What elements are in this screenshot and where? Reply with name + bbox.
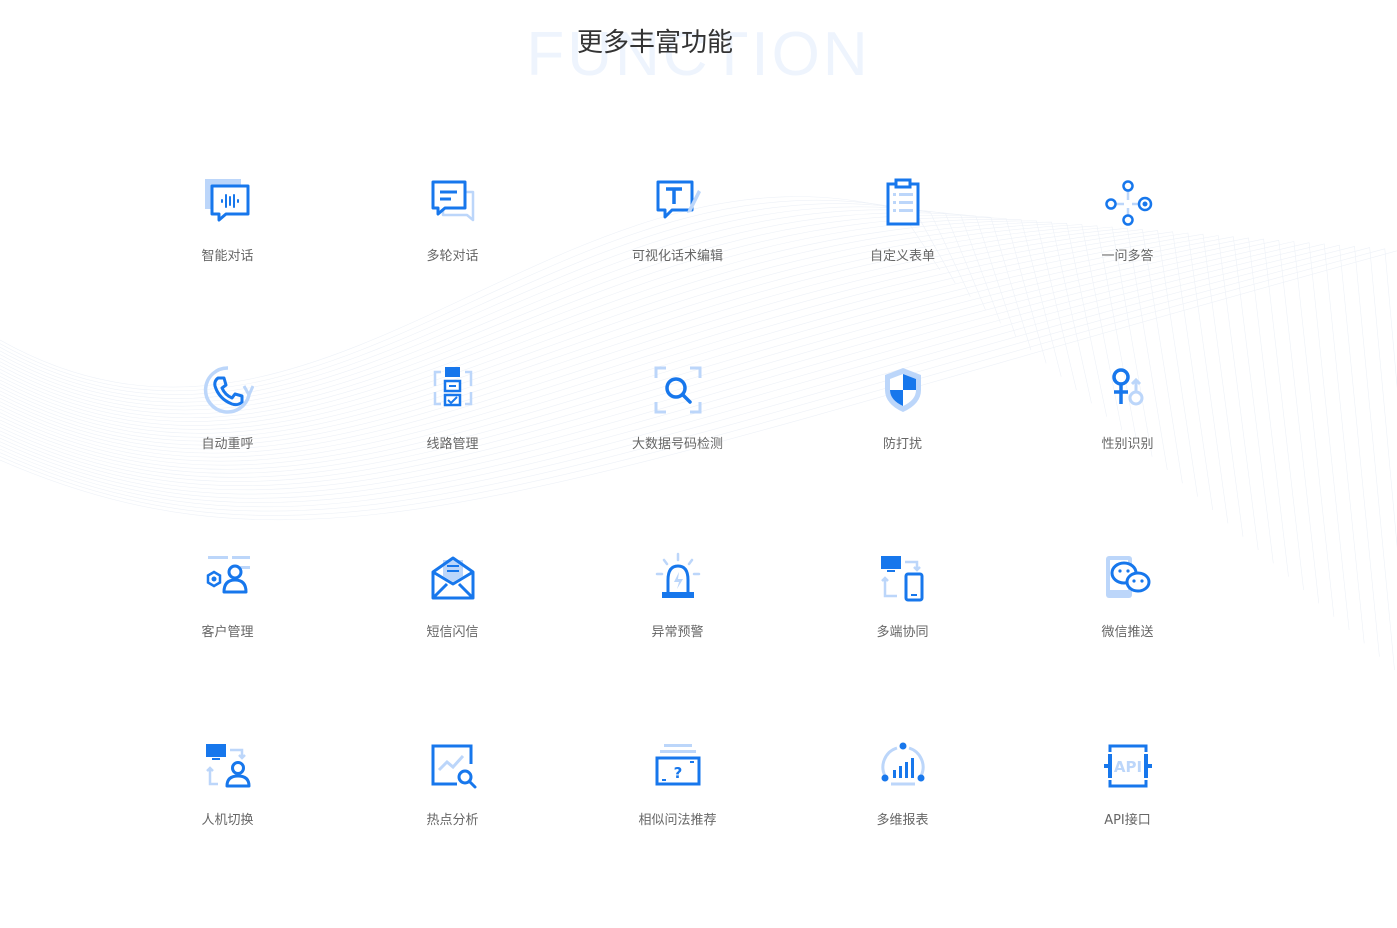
feature-api-interface[interactable]: API API接口 [1015,740,1240,928]
feature-bigdata-number-check[interactable]: 大数据号码检测 [565,364,790,552]
feature-multi-round-dialog[interactable]: 多轮对话 [340,176,565,364]
shield-icon [877,364,929,416]
feature-label: 人机切换 [201,813,254,828]
svg-text:?: ? [673,764,682,782]
feature-label: 智能对话 [201,249,254,264]
api-icon: API [1102,740,1154,792]
svg-text:API: API [1113,758,1141,776]
feature-label: 自定义表单 [869,249,935,264]
envelope-icon [427,552,479,604]
trend-search-icon [427,740,479,792]
feature-label: 短信闪信 [426,625,479,640]
phone-redial-icon [202,364,254,416]
alarm-icon [652,552,704,604]
feature-label: 客户管理 [201,625,254,640]
feature-label: 多维报表 [876,813,929,828]
feature-label: 热点分析 [426,813,479,828]
wechat-icon [1102,552,1154,604]
feature-custom-form[interactable]: 自定义表单 [790,176,1015,364]
feature-multi-terminal[interactable]: 多端协同 [790,552,1015,740]
line-management-icon [427,364,479,416]
feature-customer-management[interactable]: 客户管理 [115,552,340,740]
feature-label: 性别识别 [1101,437,1154,452]
feature-label: 大数据号码检测 [631,437,723,452]
human-machine-switch-icon [202,740,254,792]
feature-anti-disturb[interactable]: 防打扰 [790,364,1015,552]
feature-label: 微信推送 [1101,625,1154,640]
feature-visual-script-edit[interactable]: 可视化话术编辑 [565,176,790,364]
feature-label: 自动重呼 [201,437,254,452]
gender-icon [1102,364,1154,416]
feature-sms-flash[interactable]: 短信闪信 [340,552,565,740]
feature-multi-answer[interactable]: 一问多答 [1015,176,1240,364]
feature-gender-recognition[interactable]: 性别识别 [1015,364,1240,552]
section-header: FUNCTION 更多丰富功能 [0,0,1397,100]
feature-exception-alert[interactable]: 异常预警 [565,552,790,740]
feature-multi-dim-report[interactable]: 多维报表 [790,740,1015,928]
feature-auto-redial[interactable]: 自动重呼 [115,364,340,552]
feature-hotspot-analysis[interactable]: 热点分析 [340,740,565,928]
bar-report-icon [877,740,929,792]
feature-label: 多端协同 [876,625,929,640]
feature-wechat-push[interactable]: 微信推送 [1015,552,1240,740]
question-card-icon: ? [652,740,704,792]
feature-label: 线路管理 [426,437,479,452]
feature-line-management[interactable]: 线路管理 [340,364,565,552]
text-edit-icon [652,176,704,228]
chat-voice-icon [202,176,254,228]
feature-label: 异常预警 [651,625,704,640]
feature-label: 可视化话术编辑 [631,249,723,264]
feature-label: 防打扰 [882,437,922,452]
chat-bubbles-icon [427,176,479,228]
feature-label: API接口 [1104,813,1151,828]
scan-search-icon [652,364,704,416]
section-title: 更多丰富功能 [576,28,733,58]
multi-device-icon [877,552,929,604]
feature-human-machine-switch[interactable]: 人机切换 [115,740,340,928]
feature-label: 相似问法推荐 [638,813,717,828]
feature-grid: 智能对话 多轮对话 可视化话术编辑 自定义表单 一问多答 自动重呼 线路管理 大… [115,176,1240,836]
feature-similar-question[interactable]: ? 相似问法推荐 [565,740,790,928]
feature-intelligent-dialog[interactable]: 智能对话 [115,176,340,364]
feature-label: 一问多答 [1101,249,1154,264]
clipboard-form-icon [877,176,929,228]
customer-icon [202,552,254,604]
feature-label: 多轮对话 [426,249,479,264]
nodes-icon [1102,176,1154,228]
